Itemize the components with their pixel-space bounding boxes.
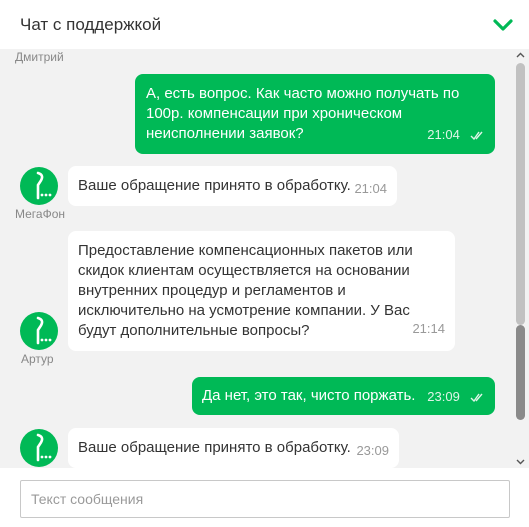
message-text: Предоставление компенсационных пакетов и… <box>78 242 413 339</box>
sender-label: Дмитрий <box>15 50 64 64</box>
outgoing-message: А, есть вопрос. Как часто можно получать… <box>135 74 495 154</box>
message-input[interactable] <box>20 480 510 518</box>
incoming-message: Предоставление компенсационных пакетов и… <box>68 231 455 351</box>
check-icon <box>470 131 483 140</box>
megafon-logo-icon <box>20 167 58 205</box>
scroll-up-icon[interactable] <box>516 51 525 60</box>
sender-label: Артур <box>21 352 54 366</box>
check-icon <box>470 393 483 402</box>
message-time: 21:04 <box>427 127 460 142</box>
message-text: Да нет, это так, чисто поржать. <box>202 387 416 404</box>
message-time: 21:04 <box>354 181 387 196</box>
chat-header: Чат с поддержкой <box>0 0 529 49</box>
scroll-track-upper[interactable] <box>516 63 525 325</box>
chat-title: Чат с поддержкой <box>20 15 162 34</box>
chat-messages[interactable]: Дмитрий А, есть вопрос. Как часто можно … <box>0 49 529 468</box>
message-text: Ваше обращение принято в обработку. <box>78 439 351 456</box>
message-composer <box>0 468 529 527</box>
chat-scrollbar[interactable] <box>512 49 529 468</box>
incoming-message: Ваше обращение принято в обработку. 21:0… <box>68 166 397 206</box>
megafon-logo-icon <box>20 312 58 350</box>
message-time: 23:09 <box>356 443 389 458</box>
chevron-down-icon[interactable] <box>491 13 515 37</box>
sender-label: МегаФон <box>15 207 66 221</box>
megafon-logo-icon <box>20 429 58 467</box>
message-text: Ваше обращение принято в обработку. <box>78 177 351 194</box>
message-time: 21:14 <box>412 321 445 336</box>
scroll-track[interactable] <box>516 63 525 455</box>
message-time: 23:09 <box>427 389 460 404</box>
scroll-thumb[interactable] <box>516 325 525 420</box>
scroll-down-icon[interactable] <box>516 457 525 466</box>
incoming-message: Ваше обращение принято в обработку. 23:0… <box>68 428 399 468</box>
outgoing-message: Да нет, это так, чисто поржать. 23:09 <box>192 377 495 415</box>
